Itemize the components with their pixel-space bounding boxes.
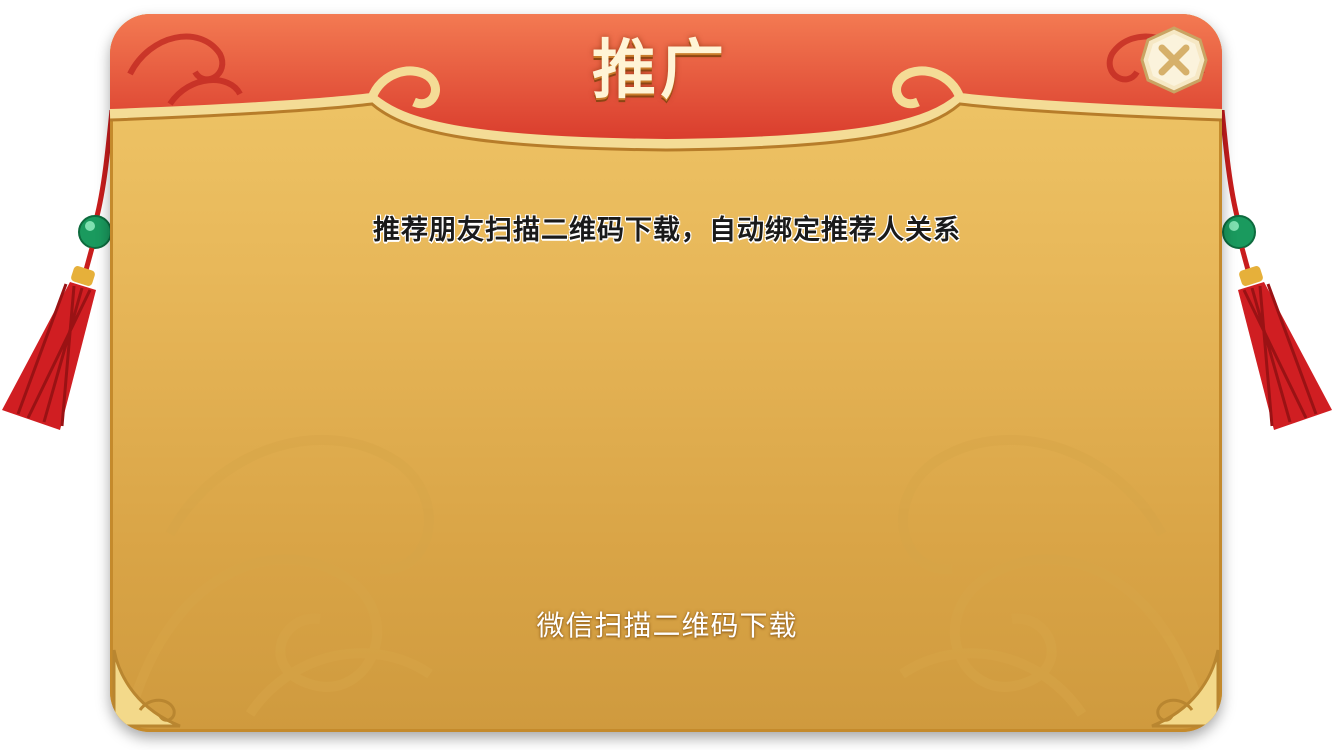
promotion-instruction-text: 推荐朋友扫描二维码下载，自动绑定推荐人关系: [373, 215, 961, 246]
promotion-dialog-stage: 推广 推荐朋友扫描二维码下载，自动绑定推荐人关系 微信扫描二维码下载: [0, 0, 1334, 750]
bottom-right-corner-ornament: [1151, 649, 1220, 728]
close-icon: [1140, 26, 1208, 94]
qr-download-label: 微信扫描二维码下载: [536, 609, 798, 642]
right-tassel-ornament: [1219, 110, 1332, 430]
dialog-title: 推广: [592, 33, 728, 108]
bottom-left-corner-ornament: [112, 649, 181, 728]
close-button[interactable]: [1140, 26, 1208, 94]
left-tassel-ornament: [2, 110, 115, 430]
qr-code-area: [517, 300, 817, 580]
